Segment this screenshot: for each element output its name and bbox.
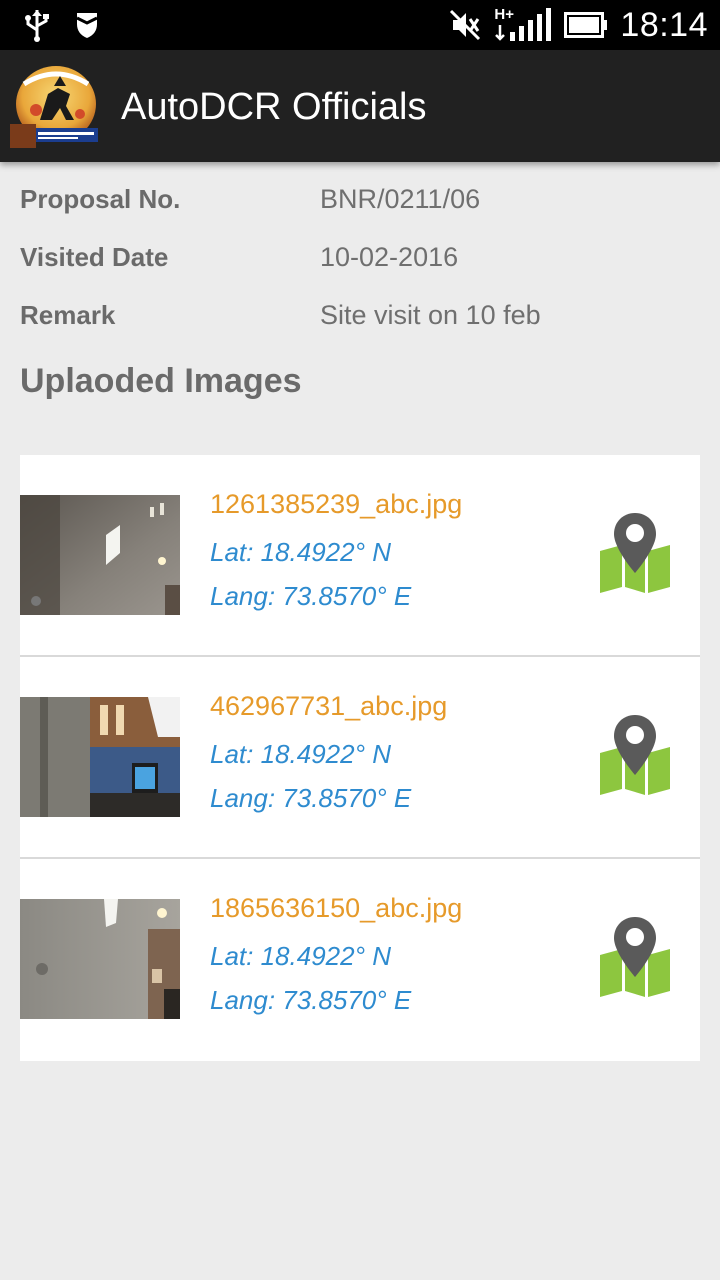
map-pin-icon[interactable]	[598, 713, 672, 803]
uploaded-images-title: Uplaoded Images	[20, 362, 302, 400]
visited-date-label: Visited Date	[20, 242, 169, 272]
image-thumbnail[interactable]	[20, 899, 180, 1019]
map-pin-icon[interactable]	[598, 511, 672, 601]
app-title: AutoDCR Officials	[121, 86, 427, 128]
proposal-details: Proposal No. BNR/0211/06 Visited Date 10…	[20, 180, 700, 354]
longitude: Lang: 73.8570° E	[210, 581, 412, 611]
list-item[interactable]: 1261385239_abc.jpg Lat: 18.4922° N Lang:…	[20, 455, 700, 657]
latitude: Lat: 18.4922° N	[210, 739, 391, 769]
mute-icon	[450, 9, 481, 41]
visited-date-value: 10-02-2016	[320, 242, 459, 272]
remark-value: Site visit on 10 feb	[320, 300, 541, 330]
file-name: 462967731_abc.jpg	[210, 691, 448, 721]
image-thumbnail[interactable]	[20, 495, 180, 615]
uploaded-images-list: 1261385239_abc.jpg Lat: 18.4922° N Lang:…	[20, 455, 700, 1061]
status-bar: H+ 18:14	[0, 0, 720, 50]
network-indicator: H+	[494, 6, 552, 42]
clock: 18:14	[620, 6, 708, 44]
list-item[interactable]: 1865636150_abc.jpg Lat: 18.4922° N Lang:…	[20, 859, 700, 1061]
usb-icon	[25, 10, 49, 42]
map-pin-icon[interactable]	[598, 915, 672, 1005]
app-logo-icon[interactable]	[10, 64, 102, 148]
longitude: Lang: 73.8570° E	[210, 985, 412, 1015]
longitude: Lang: 73.8570° E	[210, 783, 412, 813]
proposal-row: Proposal No. BNR/0211/06	[20, 180, 700, 238]
battery-icon	[564, 12, 608, 38]
file-name: 1261385239_abc.jpg	[210, 489, 463, 519]
app-bar: AutoDCR Officials	[0, 50, 720, 162]
image-thumbnail[interactable]	[20, 697, 180, 817]
file-name: 1865636150_abc.jpg	[210, 893, 463, 923]
list-item[interactable]: 462967731_abc.jpg Lat: 18.4922° N Lang: …	[20, 657, 700, 859]
latitude: Lat: 18.4922° N	[210, 537, 391, 567]
latitude: Lat: 18.4922° N	[210, 941, 391, 971]
remark-row: Remark Site visit on 10 feb	[20, 296, 700, 354]
proposal-value: BNR/0211/06	[320, 184, 481, 214]
visited-date-row: Visited Date 10-02-2016	[20, 238, 700, 296]
shield-icon	[76, 13, 98, 38]
remark-label: Remark	[20, 300, 116, 330]
proposal-label: Proposal No.	[20, 184, 181, 214]
signal-icon	[495, 8, 552, 41]
